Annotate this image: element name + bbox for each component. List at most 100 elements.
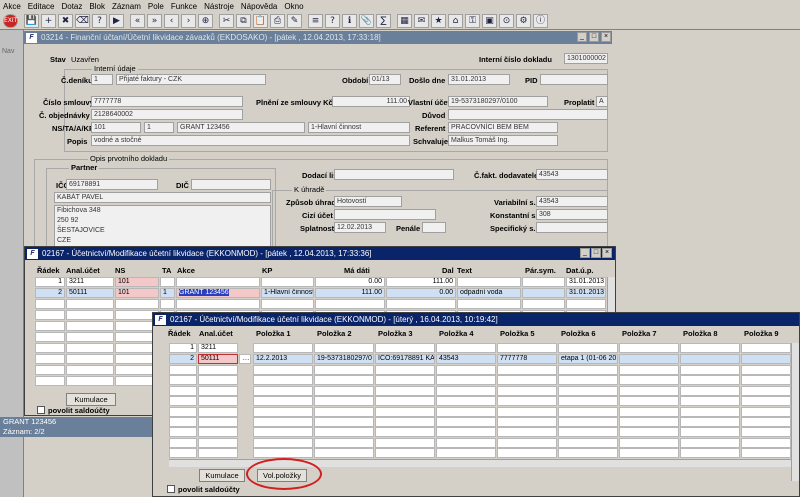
- empty-cell[interactable]: [497, 396, 557, 407]
- menu-item[interactable]: Nápověda: [241, 2, 277, 11]
- copy-icon[interactable]: ⧉: [236, 13, 251, 28]
- empty-cell[interactable]: [436, 448, 496, 459]
- empty-cell[interactable]: [375, 427, 435, 438]
- empty-cell[interactable]: [253, 437, 313, 448]
- empty-cell[interactable]: [558, 365, 618, 375]
- help-icon[interactable]: ?: [325, 13, 340, 28]
- empty-cell[interactable]: [436, 437, 496, 448]
- vlastni-ucet-field[interactable]: 19-5373180297/0100: [448, 96, 548, 107]
- execute-query-icon[interactable]: ▶: [109, 13, 124, 28]
- empty-cell[interactable]: [436, 417, 496, 427]
- lov-icon[interactable]: ≡: [308, 13, 323, 28]
- row1-ucet[interactable]: 3211: [66, 277, 114, 287]
- empty-cell[interactable]: [169, 375, 197, 386]
- ico-field[interactable]: 69178891: [66, 179, 158, 190]
- empty-cell[interactable]: [35, 321, 65, 331]
- empty-cell[interactable]: [497, 417, 557, 427]
- row2-polozka-1[interactable]: 12.2.2013: [253, 354, 313, 364]
- empty-cell[interactable]: [558, 385, 618, 396]
- menu-item[interactable]: Záznam: [112, 2, 141, 11]
- povolit-saldoucty-checkbox[interactable]: [167, 485, 175, 493]
- c-deniku-code-field[interactable]: 1: [91, 74, 113, 85]
- row1-par[interactable]: [522, 277, 565, 287]
- empty-cell[interactable]: [253, 427, 313, 438]
- splatnost-field[interactable]: 12.02.2013: [334, 222, 386, 233]
- empty-cell[interactable]: [619, 417, 679, 427]
- menu-item[interactable]: Okno: [284, 2, 303, 11]
- specificky-field[interactable]: [536, 222, 608, 233]
- empty-cell[interactable]: [619, 375, 679, 386]
- empty-cell[interactable]: [314, 385, 374, 396]
- proplatit-field[interactable]: A: [596, 96, 608, 107]
- menu-item[interactable]: Funkce: [171, 2, 197, 11]
- empty-cell[interactable]: [169, 448, 197, 459]
- referent-field[interactable]: PRACOVNÍCI BEM BEM: [448, 122, 558, 133]
- empty-cell[interactable]: [314, 417, 374, 427]
- row2-dal[interactable]: 0.00: [386, 288, 456, 298]
- empty-cell[interactable]: [741, 417, 791, 427]
- empty-cell[interactable]: [253, 375, 313, 386]
- empty-cell[interactable]: [497, 343, 557, 353]
- row2-polozka-3[interactable]: IČO:69178891 KA: [375, 354, 435, 364]
- row2-ns[interactable]: 101: [115, 288, 159, 298]
- empty-cell[interactable]: [66, 332, 114, 342]
- empty-cell[interactable]: [497, 448, 557, 459]
- row2-akce[interactable]: GRANT 123456: [176, 288, 260, 298]
- zoom-icon[interactable]: ⊙: [499, 13, 514, 28]
- empty-cell[interactable]: [253, 396, 313, 407]
- row1-radek[interactable]: 1: [169, 343, 197, 353]
- empty-cell[interactable]: [314, 427, 374, 438]
- menu-item[interactable]: Dotaz: [61, 2, 82, 11]
- empty-cell[interactable]: [198, 375, 238, 386]
- paste-icon[interactable]: 📋: [253, 13, 268, 28]
- empty-cell[interactable]: [66, 299, 114, 309]
- next-record-icon[interactable]: ›: [181, 13, 196, 28]
- empty-cell[interactable]: [558, 427, 618, 438]
- povolit-saldoucty-checkbox[interactable]: [37, 406, 45, 414]
- empty-cell[interactable]: [66, 321, 114, 331]
- dic-field[interactable]: [191, 179, 271, 190]
- empty-cell[interactable]: [619, 437, 679, 448]
- empty-cell[interactable]: [619, 365, 679, 375]
- prev-record-icon[interactable]: ‹: [164, 13, 179, 28]
- row2-ucet[interactable]: 50111: [66, 288, 114, 298]
- close-icon[interactable]: ×: [602, 248, 612, 258]
- empty-cell[interactable]: [680, 448, 740, 459]
- empty-cell[interactable]: [741, 437, 791, 448]
- close-icon[interactable]: ×: [601, 32, 611, 42]
- empty-cell[interactable]: [619, 385, 679, 396]
- cizi-ucet-field[interactable]: [334, 209, 436, 220]
- empty-cell[interactable]: [176, 299, 260, 309]
- empty-cell[interactable]: [558, 406, 618, 417]
- empty-cell[interactable]: [314, 375, 374, 386]
- empty-cell[interactable]: [314, 437, 374, 448]
- empty-cell[interactable]: [198, 406, 238, 417]
- empty-cell[interactable]: [741, 448, 791, 459]
- partner-name-field[interactable]: KABÁT PAVEL: [54, 192, 271, 203]
- empty-cell[interactable]: [741, 427, 791, 438]
- empty-cell[interactable]: [35, 376, 65, 386]
- fav-icon[interactable]: ★: [431, 13, 446, 28]
- empty-cell[interactable]: [253, 385, 313, 396]
- empty-cell[interactable]: [741, 343, 791, 353]
- c-deniku-field[interactable]: Přijaté faktury - CZK: [116, 74, 266, 85]
- row2-dat[interactable]: 31.01.2013: [566, 288, 606, 298]
- empty-cell[interactable]: [198, 365, 238, 375]
- penale-field[interactable]: [422, 222, 446, 233]
- menu-item[interactable]: Blok: [89, 2, 105, 11]
- empty-cell[interactable]: [35, 365, 65, 375]
- empty-cell[interactable]: [436, 375, 496, 386]
- empty-cell[interactable]: [253, 343, 313, 353]
- pid-field[interactable]: [540, 74, 608, 85]
- row2-polozka-2[interactable]: 19-5373180297/0: [314, 354, 374, 364]
- empty-cell[interactable]: [558, 396, 618, 407]
- kumulace-button[interactable]: Kumulace: [66, 393, 116, 406]
- empty-cell[interactable]: [741, 375, 791, 386]
- empty-cell[interactable]: [497, 365, 557, 375]
- empty-cell[interactable]: [558, 437, 618, 448]
- empty-cell[interactable]: [436, 396, 496, 407]
- empty-cell[interactable]: [680, 385, 740, 396]
- empty-cell[interactable]: [253, 448, 313, 459]
- row2-radek[interactable]: 2: [35, 288, 65, 298]
- empty-cell[interactable]: [261, 299, 314, 309]
